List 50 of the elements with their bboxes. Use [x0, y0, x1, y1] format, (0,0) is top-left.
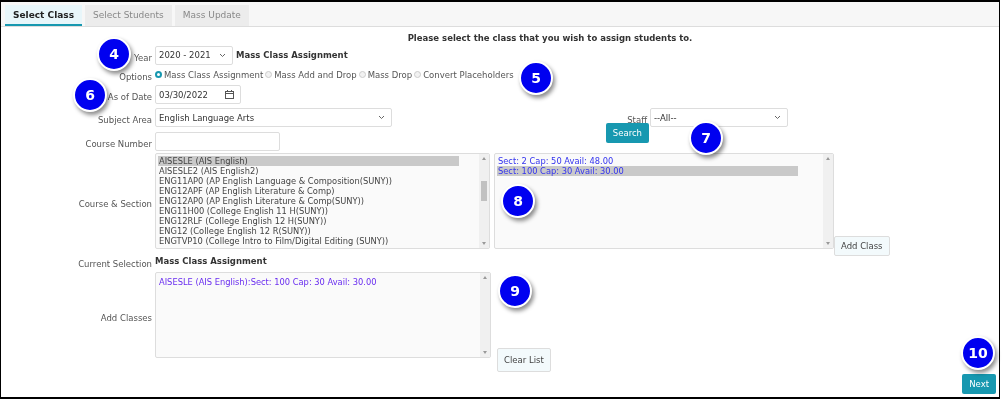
option-radio[interactable]: Mass Add and Drop — [265, 69, 357, 80]
field-label: Subject Area — [97, 115, 152, 125]
step-number-badge: 5 — [519, 61, 553, 95]
course-option[interactable]: AISESLE2 (AIS English2) — [158, 166, 259, 176]
scrollbar[interactable] — [823, 154, 833, 248]
step-number-badge: 4 — [97, 37, 131, 71]
add-class-button[interactable]: Add Class — [834, 236, 890, 256]
option-radio[interactable]: Mass Class Assignment — [155, 69, 264, 80]
staff-select[interactable]: --All-- — [650, 108, 788, 127]
field-label: Current Selection — [78, 258, 152, 269]
date-field[interactable]: 03/30/2022 — [155, 85, 241, 104]
step-number-badge: 9 — [498, 274, 532, 308]
option-radio[interactable]: Convert Placeholders — [414, 69, 514, 80]
course-listbox[interactable] — [155, 153, 490, 249]
field-label: Options — [119, 72, 152, 82]
scrollbar[interactable] — [480, 273, 490, 357]
field-label: As of Date — [107, 92, 152, 102]
step-number-badge: 10 — [961, 336, 995, 370]
option-radio[interactable]: Mass Drop — [358, 69, 413, 80]
current-selection-text: Mass Class Assignment — [155, 256, 267, 266]
section-option[interactable]: Sect: 100 Cap: 30 Avail: 30.00 — [497, 166, 798, 176]
mode-text: Mass Class Assignment — [236, 50, 348, 60]
year-select[interactable]: 2020 - 2021 — [155, 45, 233, 65]
chevron-down-icon — [774, 115, 781, 120]
chevron-down-icon — [378, 115, 385, 120]
instruction-text: Please select the class that you wish to assign students to. — [406, 32, 694, 45]
course-option[interactable]: AISESLE (AIS English) — [158, 156, 459, 166]
course-number-field[interactable] — [155, 131, 280, 151]
course-option[interactable]: ENG11AP0 (AP English Language & Composition(SUNY)) — [158, 176, 392, 186]
course-option[interactable]: ENG11H00 (College English 11 H(SUNY)) — [158, 206, 329, 216]
add-classes-listbox[interactable]: AISESLE (AIS English):Sect: 100 Cap: 30 Avail: 30.00 — [155, 272, 491, 358]
calendar-icon — [225, 90, 234, 99]
field-label: Year — [134, 52, 152, 63]
course-option[interactable]: ENG12APF (AP English Literature & Comp) — [158, 186, 335, 196]
field-label: Course Number — [85, 138, 152, 149]
added-class-option[interactable]: AISESLE (AIS English):Sect: 100 Cap: 30 Avail: 30.00 — [158, 277, 377, 287]
course-option[interactable]: ENGTVP10 (College Intro to Film/Digital Editing (SUNY)) — [158, 236, 389, 246]
field-label: Staff — [627, 115, 647, 125]
step-number-badge: 6 — [73, 78, 107, 112]
subject-area-select[interactable]: English Language Arts — [155, 108, 392, 127]
course-option[interactable]: ENG12RLF (College English 12 H(SUNY)) — [158, 216, 327, 226]
field-label: Add Classes — [100, 312, 152, 323]
tab[interactable]: Select Class — [5, 5, 83, 26]
section-option[interactable]: Sect: 2 Cap: 50 Avail: 48.00 — [497, 156, 614, 166]
field-label: Course & Section — [78, 198, 152, 209]
chevron-down-icon — [219, 52, 226, 58]
course-option[interactable]: ENG12 (College English 12 R(SUNY)) — [158, 226, 311, 236]
clear-list-button[interactable]: Clear List — [497, 348, 551, 372]
course-option[interactable]: ENG12AP0 (AP English Literature & Comp(SUNY)) — [158, 196, 365, 206]
scrollbar[interactable] — [479, 154, 489, 248]
